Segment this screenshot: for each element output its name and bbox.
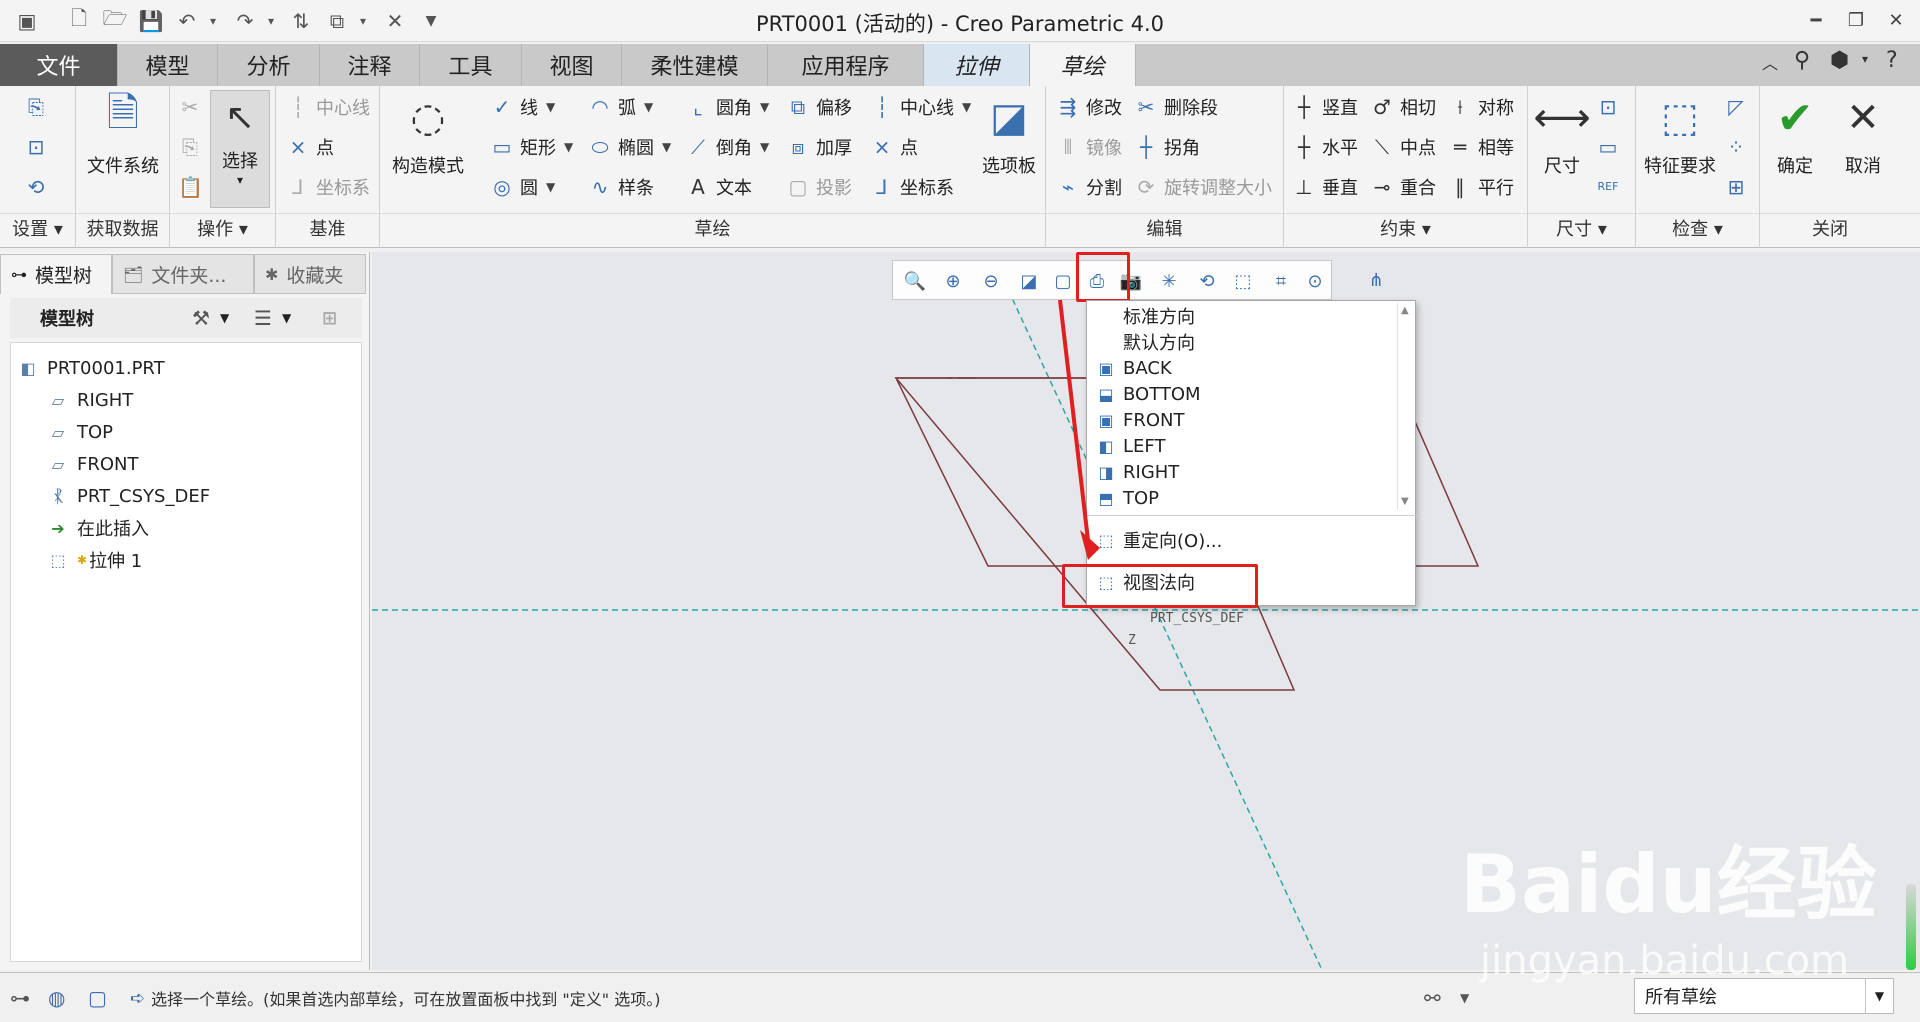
- baidu-watermark: Baidu经验 jingyan.baidu.com: [1460, 838, 1877, 984]
- filter-dropdown-icon[interactable]: ▼: [1865, 979, 1893, 1013]
- selection-filter-value: 所有草绘: [1645, 987, 1717, 1008]
- navigator-toggle-icon[interactable]: ⊶: [10, 983, 30, 1013]
- full-screen-icon[interactable]: ▢: [88, 983, 107, 1013]
- browser-toggle-icon[interactable]: ◍: [48, 983, 65, 1013]
- find-dropdown-icon[interactable]: ▼: [1460, 983, 1469, 1013]
- status-message: ➪ 选择一个草绘。(如果首选内部草绘，可在放置面板中找到 "定义" 选项。): [130, 987, 661, 1010]
- message-arrow-icon: ➪: [130, 987, 146, 1009]
- red-arrow-head: [1080, 530, 1100, 560]
- find-icon[interactable]: ⚯: [1424, 983, 1441, 1013]
- watermark-url: jingyan.baidu.com: [1480, 938, 1850, 984]
- red-arrow-shaft: [1058, 299, 1090, 541]
